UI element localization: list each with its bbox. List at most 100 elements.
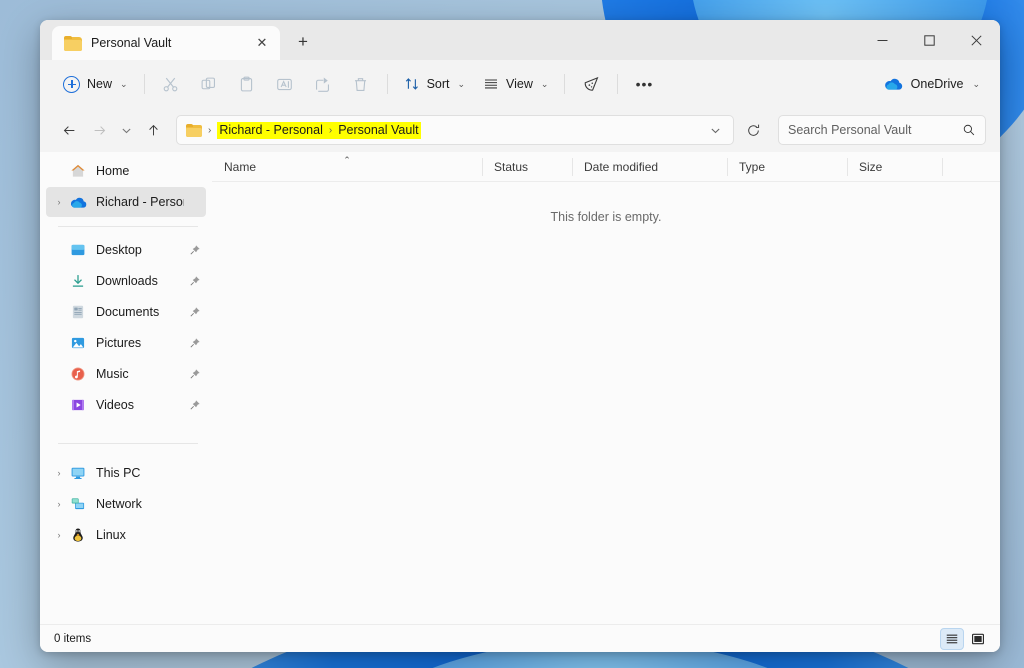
back-button[interactable] bbox=[54, 115, 84, 145]
folder-icon bbox=[186, 123, 202, 137]
copy-button[interactable] bbox=[190, 68, 228, 100]
tab-title: Personal Vault bbox=[91, 36, 172, 50]
sidebar-item-label: Documents bbox=[96, 305, 160, 319]
sidebar-item-network[interactable]: › Network bbox=[46, 489, 206, 519]
share-button[interactable] bbox=[304, 68, 342, 100]
address-dropdown-button[interactable] bbox=[703, 115, 727, 145]
sidebar-item-label: Richard - Personal bbox=[96, 195, 184, 209]
tab-personal-vault[interactable]: Personal Vault ✕ bbox=[52, 26, 280, 60]
navigation-pane: Home › Richard - Personal bbox=[40, 152, 212, 624]
sidebar-item-richard-personal[interactable]: › Richard - Personal bbox=[46, 187, 206, 217]
search-box[interactable] bbox=[778, 115, 986, 145]
close-tab-icon[interactable]: ✕ bbox=[250, 31, 274, 55]
sort-ascending-caret-icon: ⌃ bbox=[343, 154, 351, 165]
column-header-spacer bbox=[942, 152, 986, 182]
column-label: Type bbox=[739, 159, 766, 174]
cut-button[interactable] bbox=[152, 68, 190, 100]
onedrive-cloud-icon bbox=[68, 196, 88, 209]
address-bar[interactable]: › Richard - Personal › Personal Vault bbox=[176, 115, 734, 145]
breadcrumb-separator: › bbox=[208, 124, 212, 136]
refresh-button[interactable] bbox=[738, 115, 768, 145]
pin-icon[interactable] bbox=[184, 275, 206, 287]
sidebar-item-home[interactable]: Home bbox=[46, 156, 206, 186]
recent-locations-button[interactable] bbox=[114, 115, 138, 145]
large-icons-view-icon[interactable] bbox=[966, 628, 990, 650]
column-header-type[interactable]: Type bbox=[727, 152, 847, 182]
pin-icon[interactable] bbox=[184, 244, 206, 256]
chevron-down-icon: ⌄ bbox=[457, 78, 466, 89]
downloads-icon bbox=[68, 273, 88, 289]
overflow-dots-icon: ••• bbox=[635, 76, 654, 92]
documents-icon bbox=[68, 304, 88, 320]
view-toggle-group bbox=[940, 627, 990, 650]
home-icon bbox=[68, 163, 88, 179]
expand-chevron-icon[interactable]: › bbox=[50, 530, 68, 540]
chevron-down-icon: ⌄ bbox=[540, 78, 549, 89]
sidebar-item-linux[interactable]: › Linux bbox=[46, 520, 206, 550]
column-header-date-modified[interactable]: Date modified bbox=[572, 152, 727, 182]
linux-penguin-icon bbox=[68, 527, 88, 543]
expand-chevron-icon[interactable]: › bbox=[50, 499, 68, 509]
overflow-menu-button[interactable]: ••• bbox=[625, 68, 663, 100]
sidebar-item-this-pc[interactable]: › This PC bbox=[46, 458, 206, 488]
sidebar-divider bbox=[58, 226, 198, 227]
column-label: Size bbox=[859, 159, 883, 174]
folder-icon bbox=[64, 35, 82, 51]
sort-button-label: Sort bbox=[426, 77, 450, 91]
sidebar-item-label: Desktop bbox=[96, 243, 142, 257]
breadcrumb-separator: › bbox=[328, 124, 333, 136]
column-header-name[interactable]: ⌃ Name bbox=[212, 152, 482, 182]
sidebar-item-label: Videos bbox=[96, 398, 134, 412]
sidebar-item-pictures[interactable]: Pictures bbox=[46, 328, 206, 358]
sort-button[interactable]: Sort ⌄ bbox=[395, 68, 474, 100]
plus-circle-icon bbox=[63, 75, 80, 93]
breadcrumb-item-current[interactable]: Personal Vault bbox=[338, 123, 418, 138]
column-label: Status bbox=[494, 159, 529, 174]
view-button[interactable]: View ⌄ bbox=[474, 68, 557, 100]
pin-icon[interactable] bbox=[184, 399, 206, 411]
sidebar-item-label: Music bbox=[96, 367, 129, 381]
new-button[interactable]: New ⌄ bbox=[54, 68, 137, 100]
sidebar-item-desktop[interactable]: Desktop bbox=[46, 235, 206, 265]
this-pc-icon bbox=[68, 465, 88, 481]
sidebar-item-label: Downloads bbox=[96, 274, 158, 288]
expand-chevron-icon[interactable]: › bbox=[50, 197, 68, 207]
onedrive-label: OneDrive bbox=[910, 77, 964, 91]
forward-button[interactable] bbox=[84, 115, 114, 145]
toolbar-divider-3 bbox=[564, 74, 566, 94]
onedrive-button[interactable]: OneDrive ⌄ bbox=[875, 68, 988, 100]
pin-icon[interactable] bbox=[184, 368, 206, 380]
up-button[interactable] bbox=[138, 115, 168, 145]
pin-icon[interactable] bbox=[184, 337, 206, 349]
onedrive-cloud-icon bbox=[884, 78, 902, 90]
new-tab-button[interactable]: + bbox=[288, 27, 318, 57]
file-list-pane: ⌃ Name Status Date modified Type Size Th… bbox=[212, 152, 1000, 624]
delete-button[interactable] bbox=[342, 68, 380, 100]
search-input[interactable] bbox=[788, 123, 962, 137]
file-explorer-window: Personal Vault ✕ + New ⌄ Sort ⌄ View ⌄ •… bbox=[40, 20, 1000, 652]
sidebar-item-downloads[interactable]: Downloads bbox=[46, 266, 206, 296]
sidebar-item-videos[interactable]: Videos bbox=[46, 390, 206, 420]
sidebar-item-label: Home bbox=[96, 164, 130, 178]
minimize-icon[interactable] bbox=[859, 20, 906, 60]
chevron-down-icon: ⌄ bbox=[972, 78, 980, 89]
breadcrumb-item-account[interactable]: Richard - Personal bbox=[219, 123, 323, 138]
details-view-icon[interactable] bbox=[940, 627, 964, 650]
maximize-icon[interactable] bbox=[906, 20, 953, 60]
sidebar-item-label: Linux bbox=[96, 528, 126, 542]
item-count-label: 0 items bbox=[54, 632, 92, 645]
pin-icon[interactable] bbox=[184, 306, 206, 318]
filter-icon[interactable] bbox=[572, 68, 610, 100]
expand-chevron-icon[interactable]: › bbox=[50, 468, 68, 478]
paste-button[interactable] bbox=[228, 68, 266, 100]
rename-button[interactable] bbox=[266, 68, 304, 100]
close-icon[interactable] bbox=[953, 20, 1000, 60]
column-headers: ⌃ Name Status Date modified Type Size bbox=[212, 152, 1000, 182]
column-header-status[interactable]: Status bbox=[482, 152, 572, 182]
sidebar-item-documents[interactable]: Documents bbox=[46, 297, 206, 327]
empty-folder-message: This folder is empty. bbox=[550, 210, 662, 224]
sidebar-item-music[interactable]: Music bbox=[46, 359, 206, 389]
toolbar-divider bbox=[143, 74, 145, 94]
breadcrumb-highlight: Richard - Personal › Personal Vault bbox=[217, 121, 421, 139]
column-header-size[interactable]: Size bbox=[847, 152, 942, 182]
